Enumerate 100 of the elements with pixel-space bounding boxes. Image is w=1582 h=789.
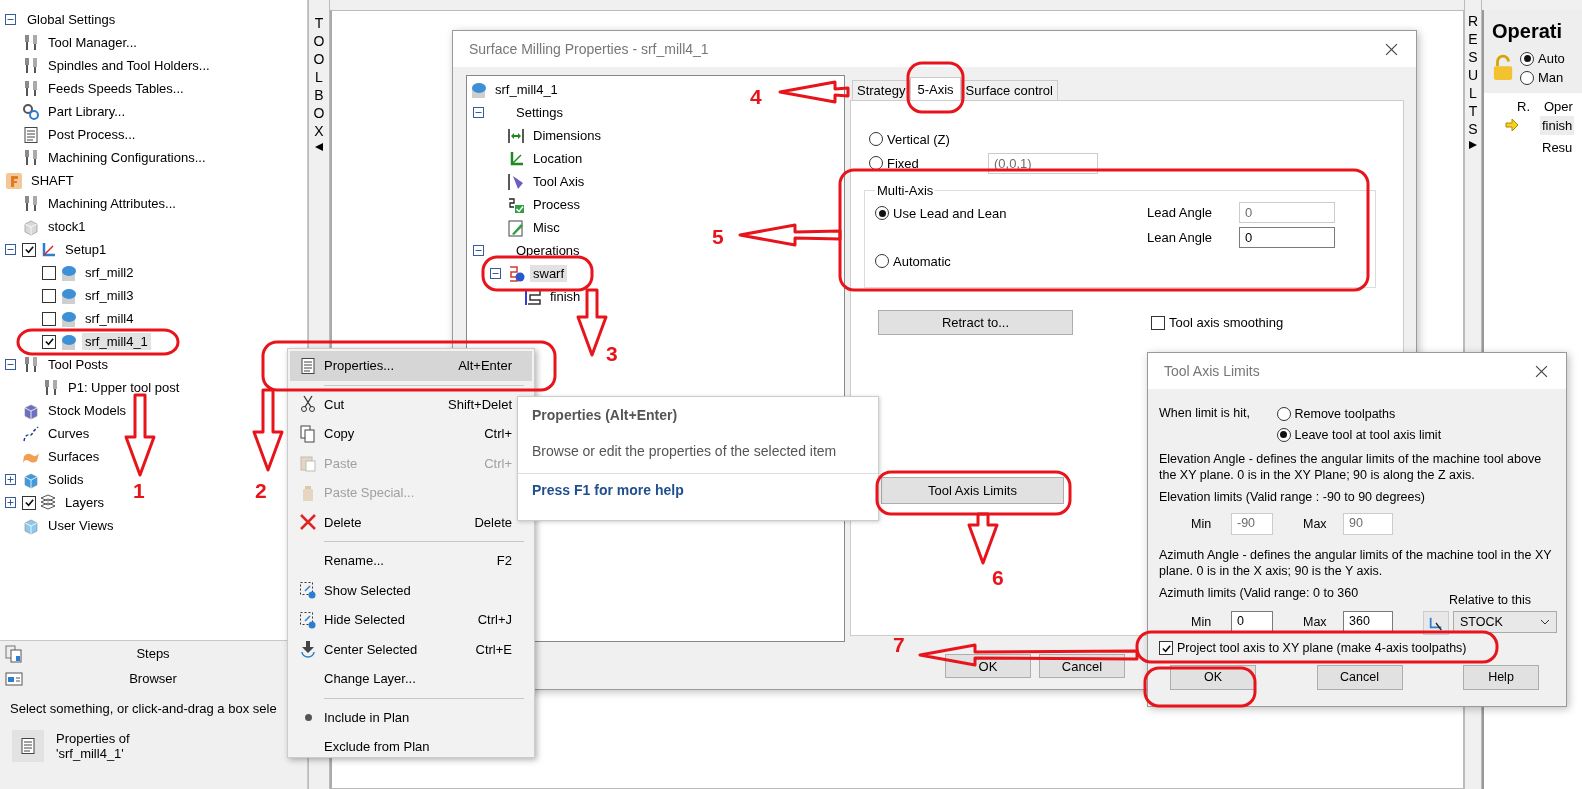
radio-label: Fixed: [887, 155, 919, 171]
tree-item[interactable]: Tool Manager...: [45, 34, 140, 51]
radio-button[interactable]: [1276, 406, 1291, 421]
tree-item[interactable]: Setup1: [62, 241, 110, 258]
expand-icon[interactable]: [5, 474, 16, 485]
menu-item[interactable]: Hide Selected Ctrl+J: [290, 605, 532, 635]
annotation-arrow: [778, 80, 850, 104]
window-icon: [5, 669, 23, 688]
tree-item[interactable]: Misc: [530, 219, 563, 236]
tree-item[interactable]: Machining Attributes...: [45, 195, 179, 212]
tree-item[interactable]: Solids: [45, 471, 87, 488]
checkbox[interactable]: [22, 242, 36, 257]
tree-item[interactable]: srf_mill2: [82, 264, 137, 281]
menu-item[interactable]: Include in Plan: [290, 702, 532, 732]
tree-item[interactable]: finish: [547, 288, 584, 305]
radio-button[interactable]: [1520, 70, 1534, 85]
tree-item[interactable]: swarf: [530, 265, 568, 282]
table-cell[interactable]: Resu: [1540, 137, 1575, 157]
checkbox[interactable]: [1159, 641, 1173, 655]
expand-icon[interactable]: [5, 497, 16, 508]
dropdown[interactable]: STOCK: [1453, 611, 1557, 633]
table-cell[interactable]: finish: [1540, 115, 1575, 135]
close-icon[interactable]: [1385, 42, 1398, 56]
checkbox[interactable]: [42, 311, 56, 326]
tree-item[interactable]: Part Library...: [45, 103, 129, 120]
dialog-button[interactable]: Cancel: [1316, 664, 1403, 690]
menu-item[interactable]: Properties... Alt+Enter: [290, 351, 532, 381]
tree-item[interactable]: Surfaces: [45, 448, 103, 465]
tree-item[interactable]: srf_mill4_1: [492, 81, 561, 98]
tree-item[interactable]: Global Settings: [24, 11, 119, 28]
properties-button[interactable]: [12, 730, 44, 762]
collapse-icon[interactable]: [5, 359, 16, 370]
tree-item[interactable]: Tool Posts: [45, 356, 111, 373]
tree-item[interactable]: Feeds Speeds Tables...: [45, 80, 187, 97]
tree-item[interactable]: Post Process...: [45, 126, 139, 143]
tree-item[interactable]: Spindles and Tool Holders...: [45, 57, 213, 74]
checkbox[interactable]: [1151, 315, 1165, 330]
chevron-down-icon: [1540, 619, 1550, 625]
dialog-button[interactable]: OK: [945, 654, 1031, 678]
panel-title: Operati: [1492, 20, 1564, 43]
radio-button[interactable]: [875, 254, 889, 269]
checkbox[interactable]: [42, 288, 56, 303]
group-title: Multi-Axis: [876, 183, 935, 198]
menu-item[interactable]: Show Selected: [290, 575, 532, 605]
dialog-button[interactable]: Cancel: [1039, 654, 1125, 678]
dialog-button[interactable]: Help: [1463, 664, 1539, 690]
tooltip-title: Properties (Alt+Enter): [531, 406, 679, 423]
range-text: Elevation limits (Valid range : -90 to 90 degrees): [1159, 489, 1426, 505]
tree-item[interactable]: stock1: [45, 218, 89, 235]
help-link[interactable]: Press F1 for more help: [518, 474, 878, 506]
input-field[interactable]: 0: [1231, 611, 1273, 633]
logo-icon: [5, 171, 23, 190]
checkbox[interactable]: [22, 495, 36, 510]
tab[interactable]: Surface control: [960, 80, 1058, 100]
tree-item[interactable]: srf_mill4: [82, 310, 137, 327]
results-tab[interactable]: RESULTS: [1466, 12, 1480, 138]
tree-item[interactable]: SHAFT: [28, 172, 77, 189]
collapse-icon[interactable]: [473, 107, 484, 118]
tree-item[interactable]: Operations: [513, 242, 583, 259]
tree-item[interactable]: srf_mill4_1: [82, 333, 151, 350]
radio-button[interactable]: [1520, 51, 1534, 66]
close-icon[interactable]: [1535, 364, 1548, 378]
expand-right-icon[interactable]: [1468, 140, 1478, 150]
tree-item[interactable]: srf_mill3: [82, 287, 137, 304]
radio-button[interactable]: [875, 206, 889, 220]
menu-item[interactable]: Rename... F2: [290, 546, 532, 576]
tab[interactable]: 5-Axis: [910, 77, 961, 100]
collapse-icon[interactable]: [5, 244, 16, 255]
checkbox-label: Project tool axis to XY plane (make 4-axis toolpaths): [1177, 641, 1467, 655]
radio-button[interactable]: [869, 132, 883, 146]
toolbox-tab[interactable]: TOOLBOX: [312, 14, 326, 140]
tree-item[interactable]: Location: [530, 150, 586, 167]
tree-item[interactable]: Tool Axis: [530, 173, 588, 190]
collapse-icon[interactable]: [5, 14, 16, 25]
tree-item[interactable]: Machining Configurations...: [45, 149, 209, 166]
dialog-button[interactable]: OK: [1170, 664, 1256, 690]
collapse-icon[interactable]: [473, 245, 484, 256]
input-field[interactable]: 360: [1343, 611, 1393, 633]
tree-item[interactable]: P1: Upper tool post: [65, 379, 183, 396]
tree-item[interactable]: Dimensions: [530, 127, 604, 144]
menu-item[interactable]: Exclude from Plan: [290, 732, 532, 762]
collapse-left-icon[interactable]: [314, 142, 324, 152]
tree-item[interactable]: Curves: [45, 425, 93, 442]
radio-button[interactable]: [1276, 427, 1291, 442]
tree-item[interactable]: User Views: [45, 517, 117, 534]
tree-item[interactable]: Layers: [62, 494, 108, 511]
tree-item[interactable]: Process: [530, 196, 583, 213]
tool-axis-limits-button[interactable]: Tool Axis Limits: [881, 477, 1064, 504]
retract-button[interactable]: Retract to...: [878, 310, 1073, 335]
menu-item[interactable]: Delete Delete: [290, 507, 532, 537]
checkbox[interactable]: [42, 265, 56, 280]
annotation-arrow: [967, 512, 999, 565]
tree-item[interactable]: Settings: [513, 104, 566, 121]
tool-icon: [22, 33, 40, 52]
dimension-icon: [507, 126, 525, 145]
radio-button[interactable]: [869, 156, 883, 170]
input-field[interactable]: 0: [1239, 227, 1335, 248]
tree-item[interactable]: Stock Models: [45, 402, 130, 419]
checkbox[interactable]: [42, 334, 56, 349]
collapse-icon[interactable]: [490, 268, 501, 279]
